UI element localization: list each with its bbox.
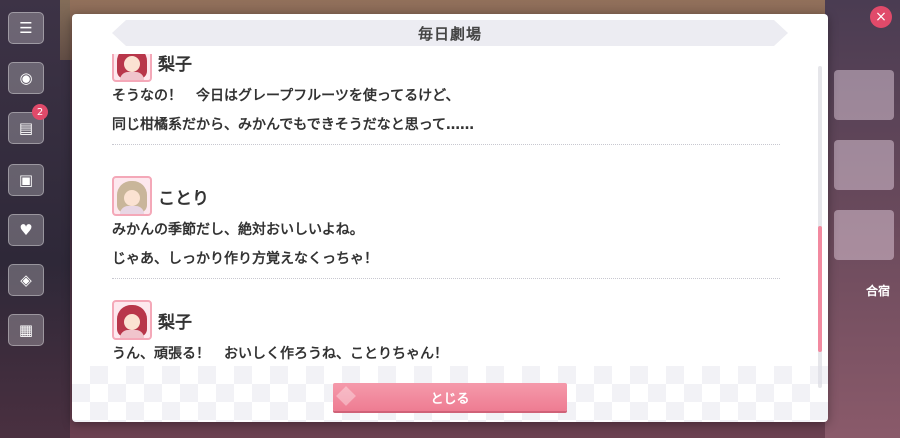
riko-avatar-icon (112, 300, 152, 340)
dialogue-line: みかんの季節だし、絶対おいしいよね。 (112, 222, 364, 238)
menu-icon[interactable]: ☰ (8, 12, 44, 44)
dialogue-entry: 梨子 うん、頑張る！ おいしく作ろうね、ことりちゃん！ (112, 300, 780, 369)
background-tag: 合宿 (865, 284, 890, 298)
side-menu-button-6[interactable]: ▦ (8, 314, 44, 346)
riko-avatar-icon (112, 54, 152, 82)
modal-title-bar: 毎日劇場 (112, 20, 788, 46)
scrollbar-thumb[interactable] (818, 226, 822, 352)
side-menu-button-5[interactable]: ◈ (8, 264, 44, 296)
dialogue-line: そうなの！ 今日はグレープフルーツを使ってるけど、 (112, 88, 460, 104)
background-card-2 (834, 140, 894, 190)
close-button-label: とじる (430, 391, 470, 407)
dialogue-entry: 梨子 そうなの！ 今日はグレープフルーツを使ってるけど、 同じ柑橘系だから、みか… (112, 54, 780, 145)
daily-theater-modal: 毎日劇場 梨子 そうなの！ 今日はグレープフルーツを使ってるけど、 同じ柑橘系だ… (72, 14, 828, 422)
speaker-name: 梨子 (158, 312, 192, 333)
dialogue-entry: ことり みかんの季節だし、絶対おいしいよね。 じゃあ、しっかり作り方覚えなくっち… (112, 176, 780, 279)
background-close-icon[interactable]: × (870, 6, 892, 28)
dialogue-line: じゃあ、しっかり作り方覚えなくっちゃ！ (112, 251, 378, 267)
gift-icon[interactable]: ▣ (8, 164, 44, 196)
dialogue-line: 同じ柑橘系だから、みかんでもできそうだなと思って…… (112, 117, 475, 133)
modal-title: 毎日劇場 (417, 24, 482, 43)
side-menu-button-4[interactable]: ♥ (8, 214, 44, 246)
background-card-3 (834, 210, 894, 260)
side-menu-button-1[interactable]: ◉ (8, 62, 44, 94)
notification-badge: 2 (32, 104, 48, 120)
close-button[interactable]: とじる (333, 383, 567, 411)
speaker-name: 梨子 (158, 54, 192, 75)
entry-divider (112, 278, 780, 279)
kotori-avatar-icon (112, 176, 152, 216)
dialogue-line: うん、頑張る！ おいしく作ろうね、ことりちゃん！ (112, 346, 448, 362)
background-card-1 (834, 70, 894, 120)
entry-divider (112, 144, 780, 145)
speaker-name: ことり (158, 188, 209, 209)
dialogue-log[interactable]: 梨子 そうなの！ 今日はグレープフルーツを使ってるけど、 同じ柑橘系だから、みか… (112, 54, 788, 384)
scrollbar[interactable] (818, 66, 822, 388)
